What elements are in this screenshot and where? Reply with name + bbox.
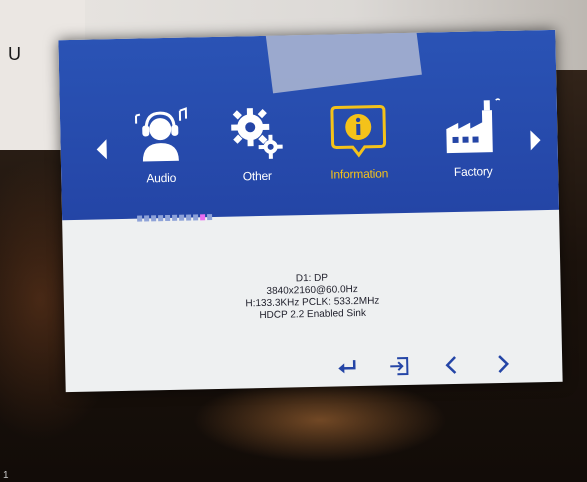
menu-item-other[interactable]: Other <box>208 100 306 212</box>
page-dot-active <box>200 214 206 221</box>
exit-icon <box>390 356 409 376</box>
page-dot <box>165 214 171 222</box>
scroll-left-arrow-icon[interactable] <box>96 139 107 160</box>
information-panel: D1: DP 3840x2160@60.0Hz H:133.3KHz PCLK:… <box>63 268 561 326</box>
corner-mark: 1 <box>3 470 9 481</box>
page-indicator <box>137 214 213 222</box>
right-button[interactable] <box>489 353 517 376</box>
exit-button[interactable] <box>385 355 413 378</box>
page-dot <box>207 214 213 221</box>
menu-item-information[interactable]: Information <box>310 98 408 210</box>
menu-item-label: Factory <box>453 164 493 179</box>
left-arrow-icon <box>445 356 457 374</box>
page-dot <box>151 215 157 222</box>
menu-item-factory[interactable]: Factory <box>424 96 522 208</box>
scroll-right-arrow-icon[interactable] <box>530 130 541 151</box>
menu-item-label: Other <box>242 168 272 184</box>
page-dot <box>158 215 164 222</box>
menu-item-audio[interactable]: Audio <box>112 102 210 214</box>
page-dot <box>186 214 192 221</box>
page-dot <box>179 214 185 221</box>
page-dot <box>193 214 199 221</box>
left-button[interactable] <box>437 354 465 377</box>
menu-item-label: Audio <box>146 170 177 186</box>
enter-button[interactable] <box>333 356 361 379</box>
gears-icon <box>231 108 283 159</box>
right-arrow-icon <box>498 355 510 373</box>
factory-icon <box>446 98 501 154</box>
osd-menu: Audio Other Information Factory D1: DP 3… <box>58 29 563 393</box>
info-icon <box>330 105 387 158</box>
page-dot <box>144 215 150 222</box>
page-dot <box>137 215 143 222</box>
enter-icon <box>338 360 356 374</box>
page-dot <box>172 214 178 221</box>
side-letter: U <box>8 44 21 64</box>
headset-icon <box>134 107 188 162</box>
menu-item-label: Information <box>330 166 389 182</box>
osd-nav-bar <box>333 353 517 379</box>
